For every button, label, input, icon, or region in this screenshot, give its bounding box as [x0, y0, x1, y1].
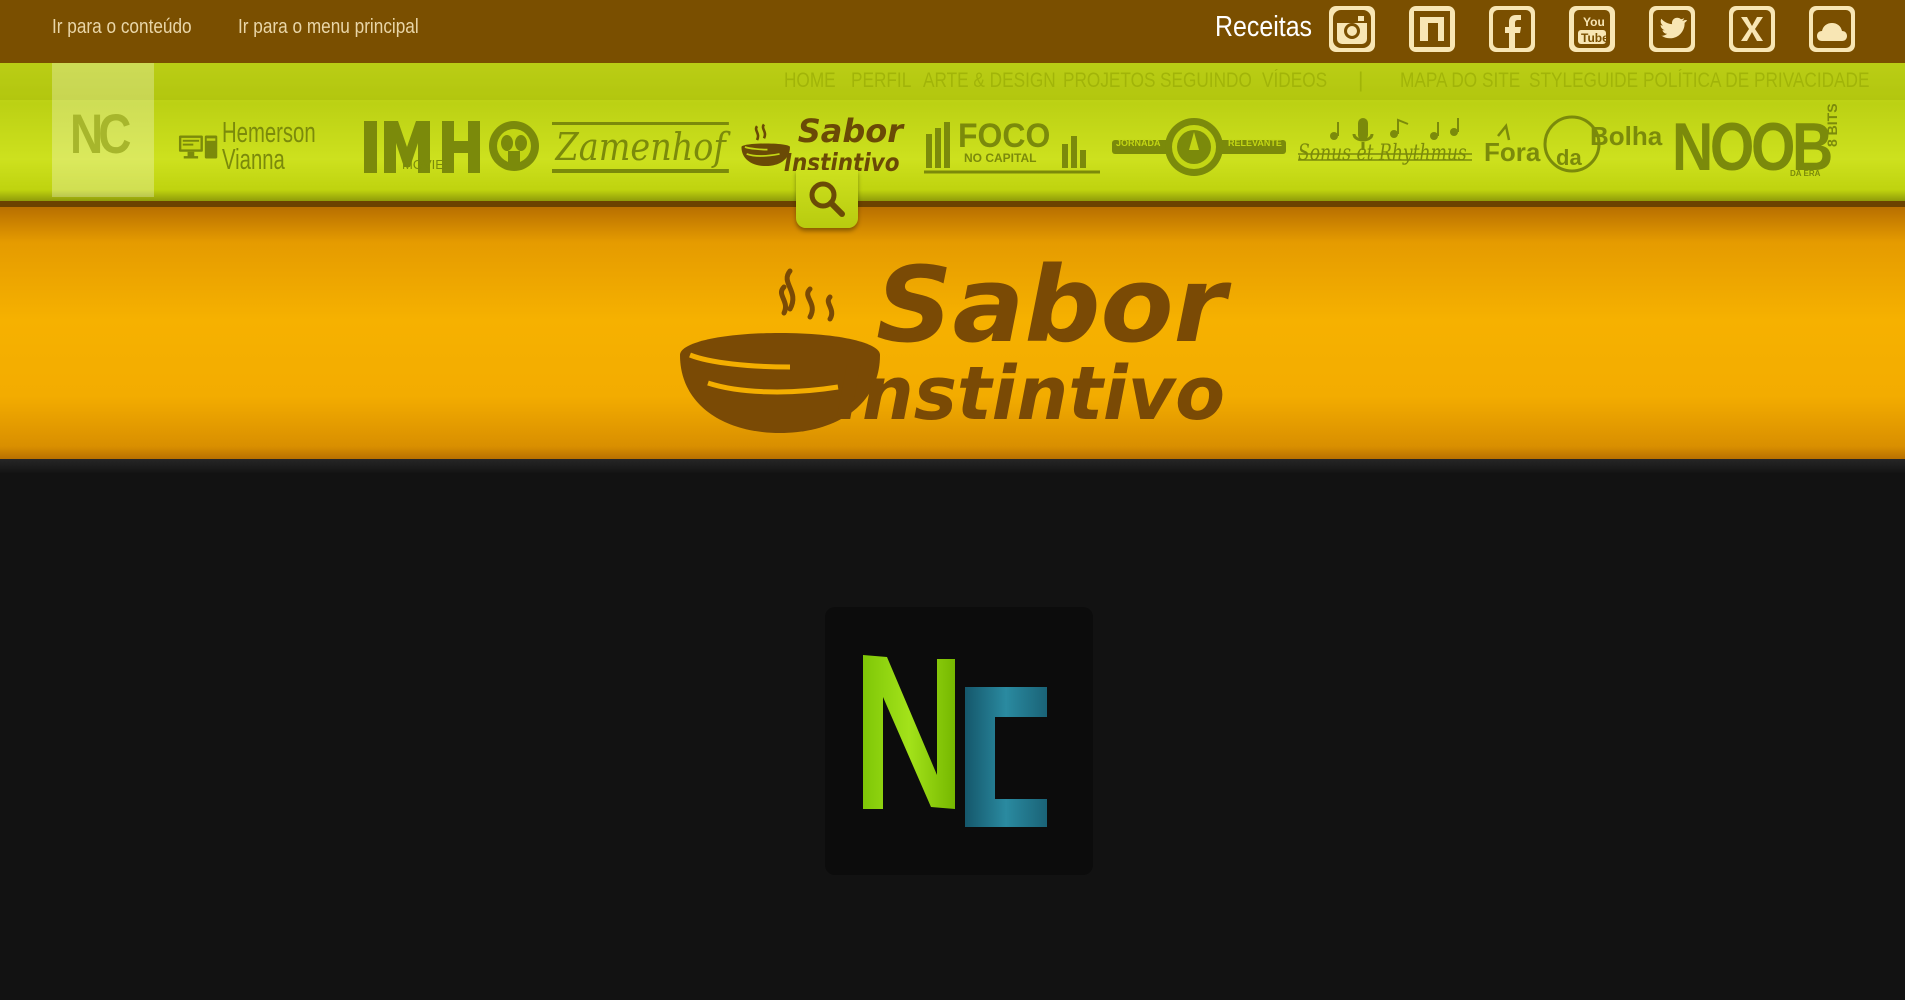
nav-perfil[interactable]: PERFIL	[851, 69, 911, 93]
xing-icon	[1733, 10, 1771, 48]
nav-arte-design[interactable]: ARTE & DESIGN	[923, 69, 1056, 93]
facebook-link[interactable]	[1489, 6, 1535, 52]
skip-to-content-link[interactable]: Ir para o conteúdo	[52, 16, 192, 39]
logo-text: JORNADA	[1116, 138, 1161, 148]
logo-text: 8 BITS	[1824, 103, 1840, 147]
youtube-text-tube: Tube	[1581, 31, 1609, 45]
site-logo-foco-no-capital[interactable]: FOCO NO CAPITAL	[922, 109, 1102, 185]
steam-icon	[779, 268, 835, 322]
logo-text: Vianna	[222, 144, 286, 176]
logo-text: Sabor	[797, 112, 904, 150]
brand-mark: NC	[70, 102, 131, 165]
divider	[0, 459, 1905, 473]
site-logo-hemerson-vianna[interactable]: Hemerson Vianna	[178, 109, 356, 185]
soundcloud-icon	[1813, 10, 1851, 48]
search-button[interactable]	[796, 170, 858, 228]
skip-to-main-menu-link[interactable]: Ir para o menu principal	[238, 16, 419, 39]
logo-text: da	[1556, 145, 1582, 170]
nav-mapa-do-site[interactable]: MAPA DO SITE	[1400, 69, 1520, 93]
banner-title-line2: Instintivo	[835, 351, 1225, 437]
site-network-bar: HOME PERFIL ARTE & DESIGN PROJETOS SEGUI…	[0, 63, 1905, 201]
site-logo-zamenhof[interactable]: Zamenhof	[552, 109, 730, 185]
youtube-text-you: You	[1583, 15, 1605, 29]
imh-logo-icon	[364, 121, 539, 173]
logo-text: Hemerson	[222, 117, 316, 149]
section-title: Receitas	[1215, 11, 1313, 43]
xing-link[interactable]	[1729, 6, 1775, 52]
search-icon	[809, 181, 845, 217]
logo-text: NO CAPITAL	[964, 151, 1037, 165]
logo-text: Zamenhof	[552, 121, 730, 173]
site-logo-fora-da-bolha[interactable]: Fora da Bolha	[1484, 109, 1666, 185]
logo-text: DA ERA	[1790, 169, 1821, 178]
site-logo-imh-movies[interactable]: MOVIES	[362, 109, 546, 185]
site-logo-sonus-et-rhythmus[interactable]: Sonus et Rhythmus	[1294, 109, 1476, 185]
flipboard-icon	[1414, 11, 1450, 47]
twitter-icon	[1653, 10, 1691, 48]
section-banner: Sabor Instintivo	[0, 201, 1905, 459]
nc-logo-icon	[863, 655, 1047, 827]
logo-text: Sonus et Rhythmus	[1298, 141, 1467, 166]
sabor-instintivo-banner-logo[interactable]: Sabor Instintivo	[680, 237, 1240, 437]
logo-text: MOVIES	[402, 157, 453, 172]
nav-projetos[interactable]: PROJETOS	[1063, 69, 1156, 93]
nav-seguindo[interactable]: SEGUINDO	[1160, 69, 1252, 93]
nav-videos[interactable]: VÍDEOS	[1262, 69, 1327, 93]
site-logo-jornada-relevante[interactable]: JORNADA RELEVANTE	[1110, 109, 1288, 185]
twitter-link[interactable]	[1649, 6, 1695, 52]
nav-politica-de-privacidade[interactable]: POLÍTICA DE PRIVACIDADE	[1643, 69, 1869, 93]
main-menu: HOME PERFIL ARTE & DESIGN PROJETOS SEGUI…	[0, 63, 1905, 100]
soundcloud-link[interactable]	[1809, 6, 1855, 52]
youtube-link[interactable]: You Tube	[1569, 6, 1615, 52]
nav-separator: |	[1358, 69, 1364, 92]
facebook-icon	[1493, 10, 1531, 48]
computer-icon	[178, 135, 218, 159]
logo-text: Fora	[1484, 137, 1541, 167]
nav-styleguide[interactable]: STYLEGUIDE	[1529, 69, 1638, 93]
site-logo-noob-da-era-8-bits[interactable]: NOOB 8 BITS DA ERA	[1672, 103, 1856, 185]
banner-title-line1: Sabor	[876, 244, 1232, 366]
top-bar: Ir para o conteúdo Ir para o menu princi…	[0, 0, 1905, 63]
logo-text: RELEVANTE	[1228, 138, 1282, 148]
youtube-icon	[1574, 10, 1610, 48]
instagram-link[interactable]	[1329, 6, 1375, 52]
flipboard-link[interactable]	[1409, 6, 1455, 52]
loading-logo	[825, 607, 1093, 875]
instagram-icon	[1333, 10, 1371, 48]
logo-text: Bolha	[1590, 121, 1663, 151]
nav-home[interactable]: HOME	[784, 69, 836, 93]
home-logo-link[interactable]: NC	[52, 63, 154, 197]
